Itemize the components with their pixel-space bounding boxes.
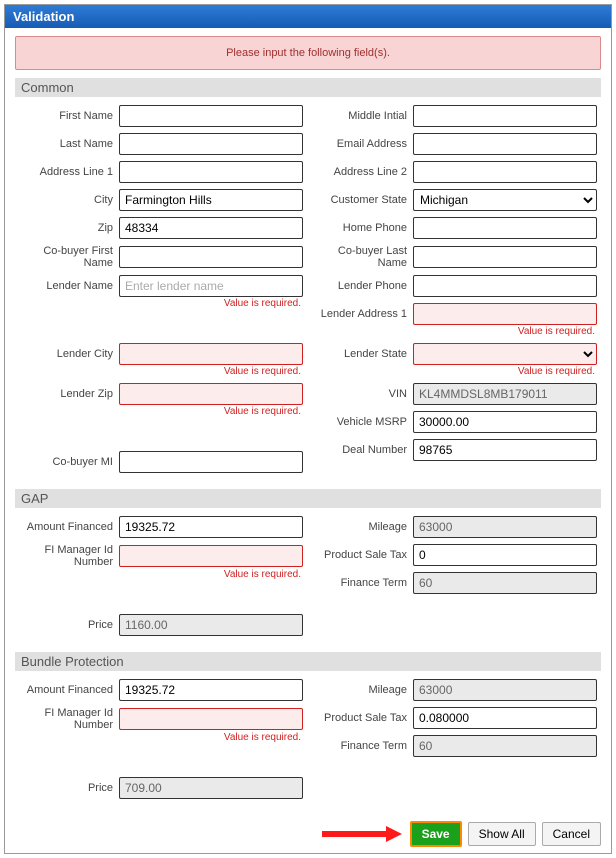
label-lender-phone: Lender Phone xyxy=(313,280,413,292)
section-common-body: First Name Last Name Address Line 1 City… xyxy=(15,103,601,485)
error-lender-city: Value is required. xyxy=(19,366,303,377)
label-deal-number: Deal Number xyxy=(313,444,413,456)
cobuyer-mi-input[interactable] xyxy=(119,451,303,473)
customer-state-select[interactable]: Michigan xyxy=(413,189,597,211)
label-gap-tax: Product Sale Tax xyxy=(313,549,413,561)
label-lender-city: Lender City xyxy=(19,348,119,360)
dialog-title: Validation xyxy=(5,5,611,28)
label-bundle-mileage: Mileage xyxy=(313,684,413,696)
vehicle-msrp-input[interactable] xyxy=(413,411,597,433)
lender-name-input[interactable] xyxy=(119,275,303,297)
lender-city-input[interactable] xyxy=(119,343,303,365)
label-gap-mileage: Mileage xyxy=(313,521,413,533)
last-name-input[interactable] xyxy=(119,133,303,155)
label-first-name: First Name xyxy=(19,110,119,122)
section-gap-body: Amount Financed FI Manager Id Number Val… xyxy=(15,514,601,648)
label-cobuyer-first: Co-buyer First Name xyxy=(19,245,119,269)
label-bundle-amount-financed: Amount Financed xyxy=(19,684,119,696)
gap-term-input xyxy=(413,572,597,594)
label-cobuyer-last: Co-buyer Last Name xyxy=(313,245,413,269)
lender-address1-input[interactable] xyxy=(413,303,597,325)
label-gap-amount-financed: Amount Financed xyxy=(19,521,119,533)
label-bundle-fi-manager: FI Manager Id Number xyxy=(19,707,119,731)
label-lender-name: Lender Name xyxy=(19,280,119,292)
label-last-name: Last Name xyxy=(19,138,119,150)
common-left-col: First Name Last Name Address Line 1 City… xyxy=(19,105,303,479)
cobuyer-last-input[interactable] xyxy=(413,246,597,268)
middle-initial-input[interactable] xyxy=(413,105,597,127)
arrow-icon xyxy=(322,827,402,841)
gap-amount-financed-input[interactable] xyxy=(119,516,303,538)
validation-dialog: Validation Please input the following fi… xyxy=(4,4,612,854)
error-alert: Please input the following field(s). xyxy=(15,36,601,70)
label-email: Email Address xyxy=(313,138,413,150)
bundle-tax-input[interactable] xyxy=(413,707,597,729)
bundle-fi-manager-input[interactable] xyxy=(119,708,303,730)
first-name-input[interactable] xyxy=(119,105,303,127)
label-city: City xyxy=(19,194,119,206)
label-lender-state: Lender State xyxy=(313,348,413,360)
label-gap-term: Finance Term xyxy=(313,577,413,589)
bundle-right-col: Mileage Product Sale Tax Finance Term xyxy=(313,679,597,805)
label-cobuyer-mi: Co-buyer MI xyxy=(19,456,119,468)
home-phone-input[interactable] xyxy=(413,217,597,239)
error-lender-address1: Value is required. xyxy=(313,326,597,337)
city-input[interactable] xyxy=(119,189,303,211)
gap-price-input xyxy=(119,614,303,636)
label-lender-zip: Lender Zip xyxy=(19,388,119,400)
label-gap-price: Price xyxy=(19,619,119,631)
save-button[interactable]: Save xyxy=(410,821,462,847)
zip-input[interactable] xyxy=(119,217,303,239)
gap-mileage-input xyxy=(413,516,597,538)
dialog-body: Please input the following field(s). Com… xyxy=(5,28,611,853)
error-bundle-fi-manager: Value is required. xyxy=(19,732,303,743)
lender-state-select[interactable] xyxy=(413,343,597,365)
label-middle-initial: Middle Intial xyxy=(313,110,413,122)
label-bundle-term: Finance Term xyxy=(313,740,413,752)
label-lender-address1: Lender Address 1 xyxy=(313,308,413,320)
label-bundle-price: Price xyxy=(19,782,119,794)
gap-fi-manager-input[interactable] xyxy=(119,545,303,567)
section-bundle-body: Amount Financed FI Manager Id Number Val… xyxy=(15,677,601,811)
section-bundle-header: Bundle Protection xyxy=(15,652,601,671)
label-zip: Zip xyxy=(19,222,119,234)
label-address1: Address Line 1 xyxy=(19,166,119,178)
label-customer-state: Customer State xyxy=(313,194,413,206)
gap-right-col: Mileage Product Sale Tax Finance Term xyxy=(313,516,597,642)
label-vehicle-msrp: Vehicle MSRP xyxy=(313,416,413,428)
lender-phone-input[interactable] xyxy=(413,275,597,297)
bundle-left-col: Amount Financed FI Manager Id Number Val… xyxy=(19,679,303,805)
label-gap-fi-manager: FI Manager Id Number xyxy=(19,544,119,568)
bundle-term-input xyxy=(413,735,597,757)
label-vin: VIN xyxy=(313,388,413,400)
label-address2: Address Line 2 xyxy=(313,166,413,178)
bundle-price-input xyxy=(119,777,303,799)
cobuyer-first-input[interactable] xyxy=(119,246,303,268)
email-input[interactable] xyxy=(413,133,597,155)
common-right-col: Middle Intial Email Address Address Line… xyxy=(313,105,597,479)
address2-input[interactable] xyxy=(413,161,597,183)
bundle-amount-financed-input[interactable] xyxy=(119,679,303,701)
vin-input xyxy=(413,383,597,405)
dialog-footer: Save Show All Cancel xyxy=(322,821,601,847)
error-lender-zip: Value is required. xyxy=(19,406,303,417)
gap-tax-input[interactable] xyxy=(413,544,597,566)
error-lender-name: Value is required. xyxy=(19,298,303,309)
label-home-phone: Home Phone xyxy=(313,222,413,234)
bundle-mileage-input xyxy=(413,679,597,701)
label-bundle-tax: Product Sale Tax xyxy=(313,712,413,724)
section-gap-header: GAP xyxy=(15,489,601,508)
error-gap-fi-manager: Value is required. xyxy=(19,569,303,580)
gap-left-col: Amount Financed FI Manager Id Number Val… xyxy=(19,516,303,642)
show-all-button[interactable]: Show All xyxy=(468,822,536,846)
deal-number-input[interactable] xyxy=(413,439,597,461)
cancel-button[interactable]: Cancel xyxy=(542,822,601,846)
error-lender-state: Value is required. xyxy=(313,366,597,377)
section-common-header: Common xyxy=(15,78,601,97)
lender-zip-input[interactable] xyxy=(119,383,303,405)
address1-input[interactable] xyxy=(119,161,303,183)
